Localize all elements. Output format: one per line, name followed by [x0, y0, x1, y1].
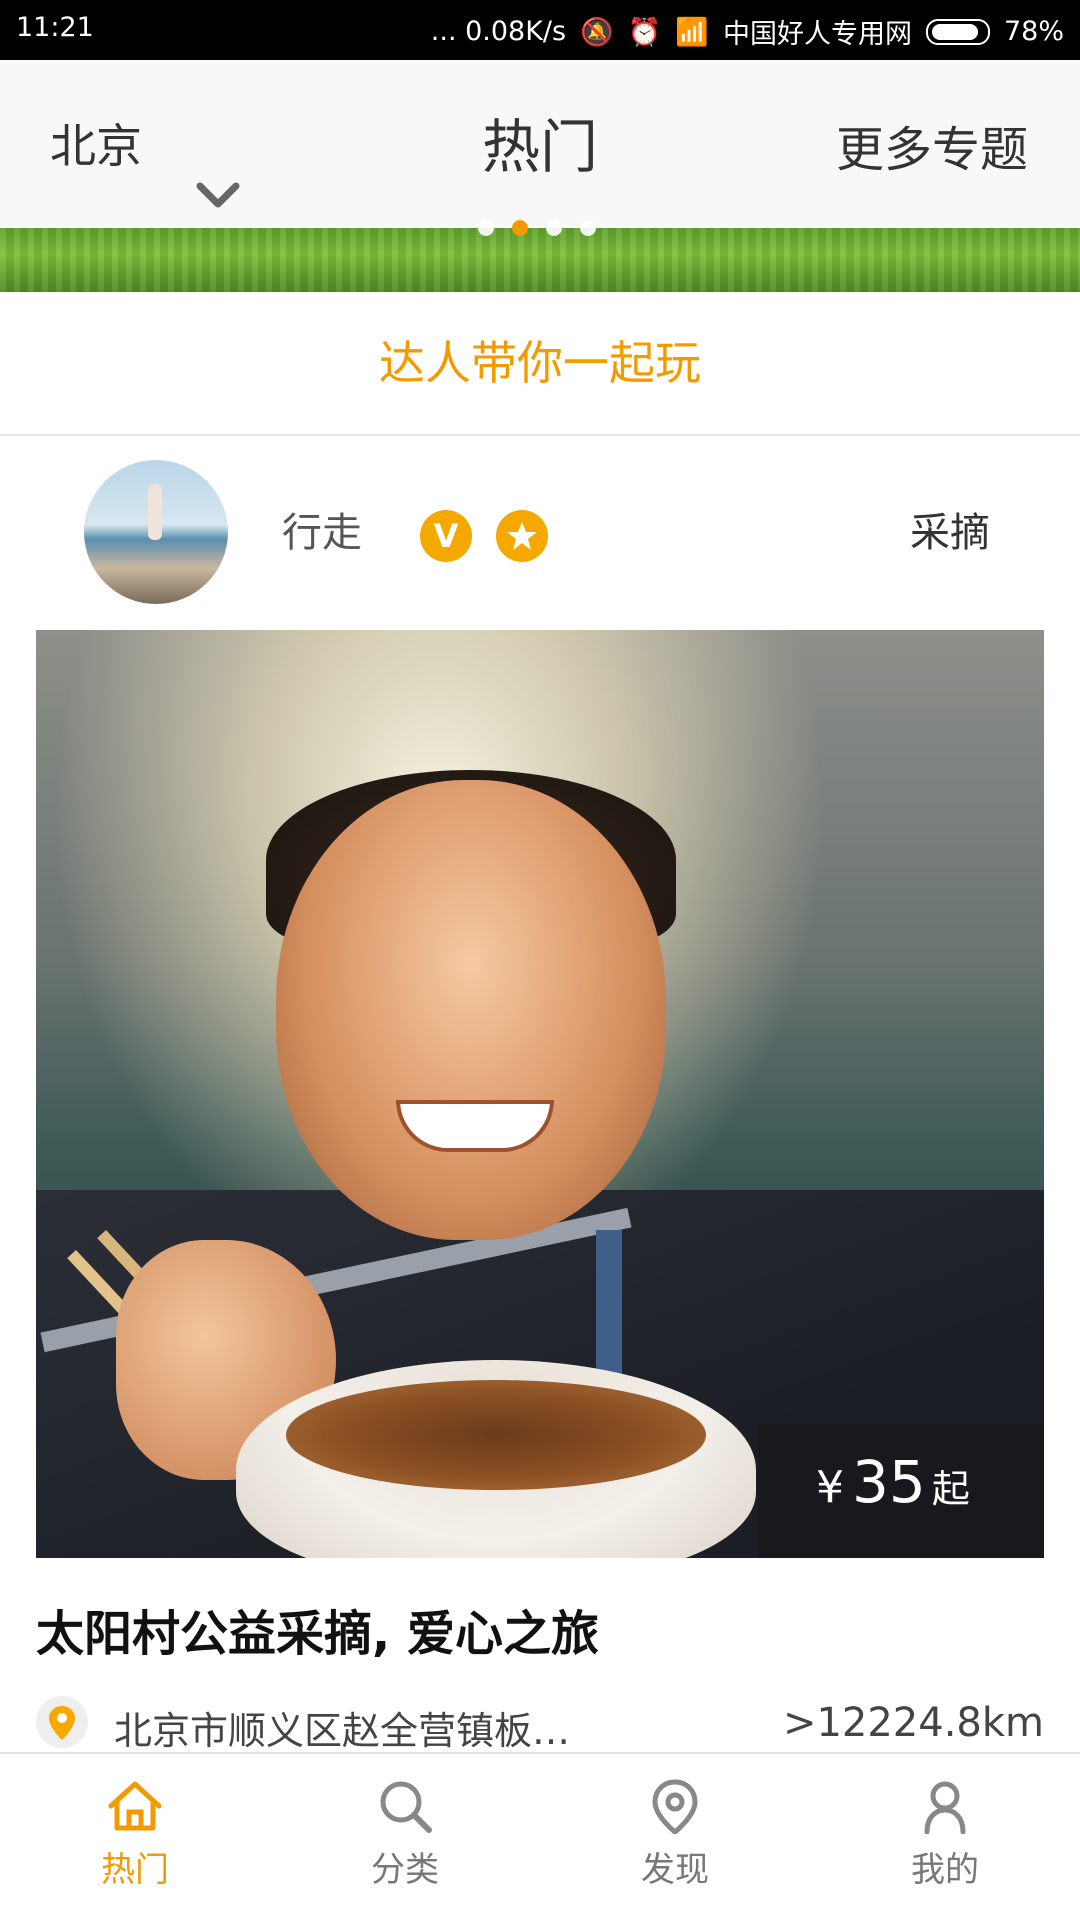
wifi-icon: 📶 [675, 16, 709, 48]
chevron-down-icon[interactable] [196, 180, 240, 214]
location-pin-icon [36, 1696, 88, 1748]
pager-dot[interactable] [580, 220, 596, 236]
status-bar: 11:21 ... 0.08K/s 🔕 ⏰ 📶 中国好人专用网 78% [0, 0, 1080, 60]
nav-category[interactable]: 分类 [270, 1754, 540, 1920]
location-row: 北京市顺义区赵全营镇板… >12224.8km [36, 1696, 1044, 1753]
nav-label: 热门 [101, 1850, 169, 1890]
price-currency: ¥ [816, 1462, 844, 1513]
top-header: 北京 热门 更多专题 [0, 60, 1080, 228]
price: ¥35 起 [816, 1448, 970, 1516]
battery-level: 78% [1003, 16, 1064, 47]
nav-label: 分类 [371, 1850, 439, 1890]
search-icon [380, 1781, 432, 1833]
network-speed: ... 0.08K/s [430, 16, 567, 47]
home-icon [108, 1781, 162, 1831]
avatar[interactable] [84, 460, 228, 604]
battery-icon [925, 18, 990, 45]
category-tag[interactable]: 采摘 [910, 500, 990, 558]
verified-badge-icon: V [420, 510, 472, 562]
user-icon [924, 1781, 966, 1834]
activity-title[interactable]: 太阳村公益采摘, 爱心之旅 [36, 1594, 599, 1664]
price-suffix: 起 [931, 1467, 970, 1511]
nav-label: 我的 [911, 1850, 979, 1890]
nav-discover[interactable]: 发现 [540, 1754, 810, 1920]
status-time: 11:21 [16, 12, 94, 43]
pager-dot-active[interactable] [512, 220, 528, 236]
price-overlay: ¥35 起 [758, 1424, 1044, 1558]
nav-mine[interactable]: 我的 [810, 1754, 1080, 1920]
pager-dot[interactable] [546, 220, 562, 236]
address: 北京市顺义区赵全营镇板… [114, 1709, 571, 1753]
nav-label: 发现 [641, 1850, 709, 1890]
mute-icon: 🔕 [580, 16, 614, 48]
author-row[interactable]: 行走 V 采摘 [0, 436, 1080, 626]
author-name[interactable]: 行走 [282, 500, 362, 558]
distance: >12224.8km [782, 1700, 1044, 1746]
status-icons: ... 0.08K/s 🔕 ⏰ 📶 中国好人专用网 78% [431, 12, 1064, 51]
banner-pager-dots [478, 220, 596, 236]
section-title: 达人带你一起玩 [0, 292, 1080, 436]
alarm-icon: ⏰ [627, 16, 662, 48]
bottom-nav: 热门 分类 发现 我的 [0, 1752, 1080, 1920]
banner-image[interactable] [0, 220, 1080, 292]
location-pin-icon [652, 1779, 698, 1834]
activity-photo[interactable]: ¥35 起 [36, 630, 1044, 1558]
more-topics-link[interactable]: 更多专题 [836, 110, 1028, 180]
pager-dot[interactable] [478, 220, 494, 236]
carrier-name: 中国好人专用网 [722, 19, 912, 50]
price-value: 35 [852, 1448, 926, 1516]
nav-hot[interactable]: 热门 [0, 1754, 270, 1920]
star-badge-icon [496, 510, 548, 562]
